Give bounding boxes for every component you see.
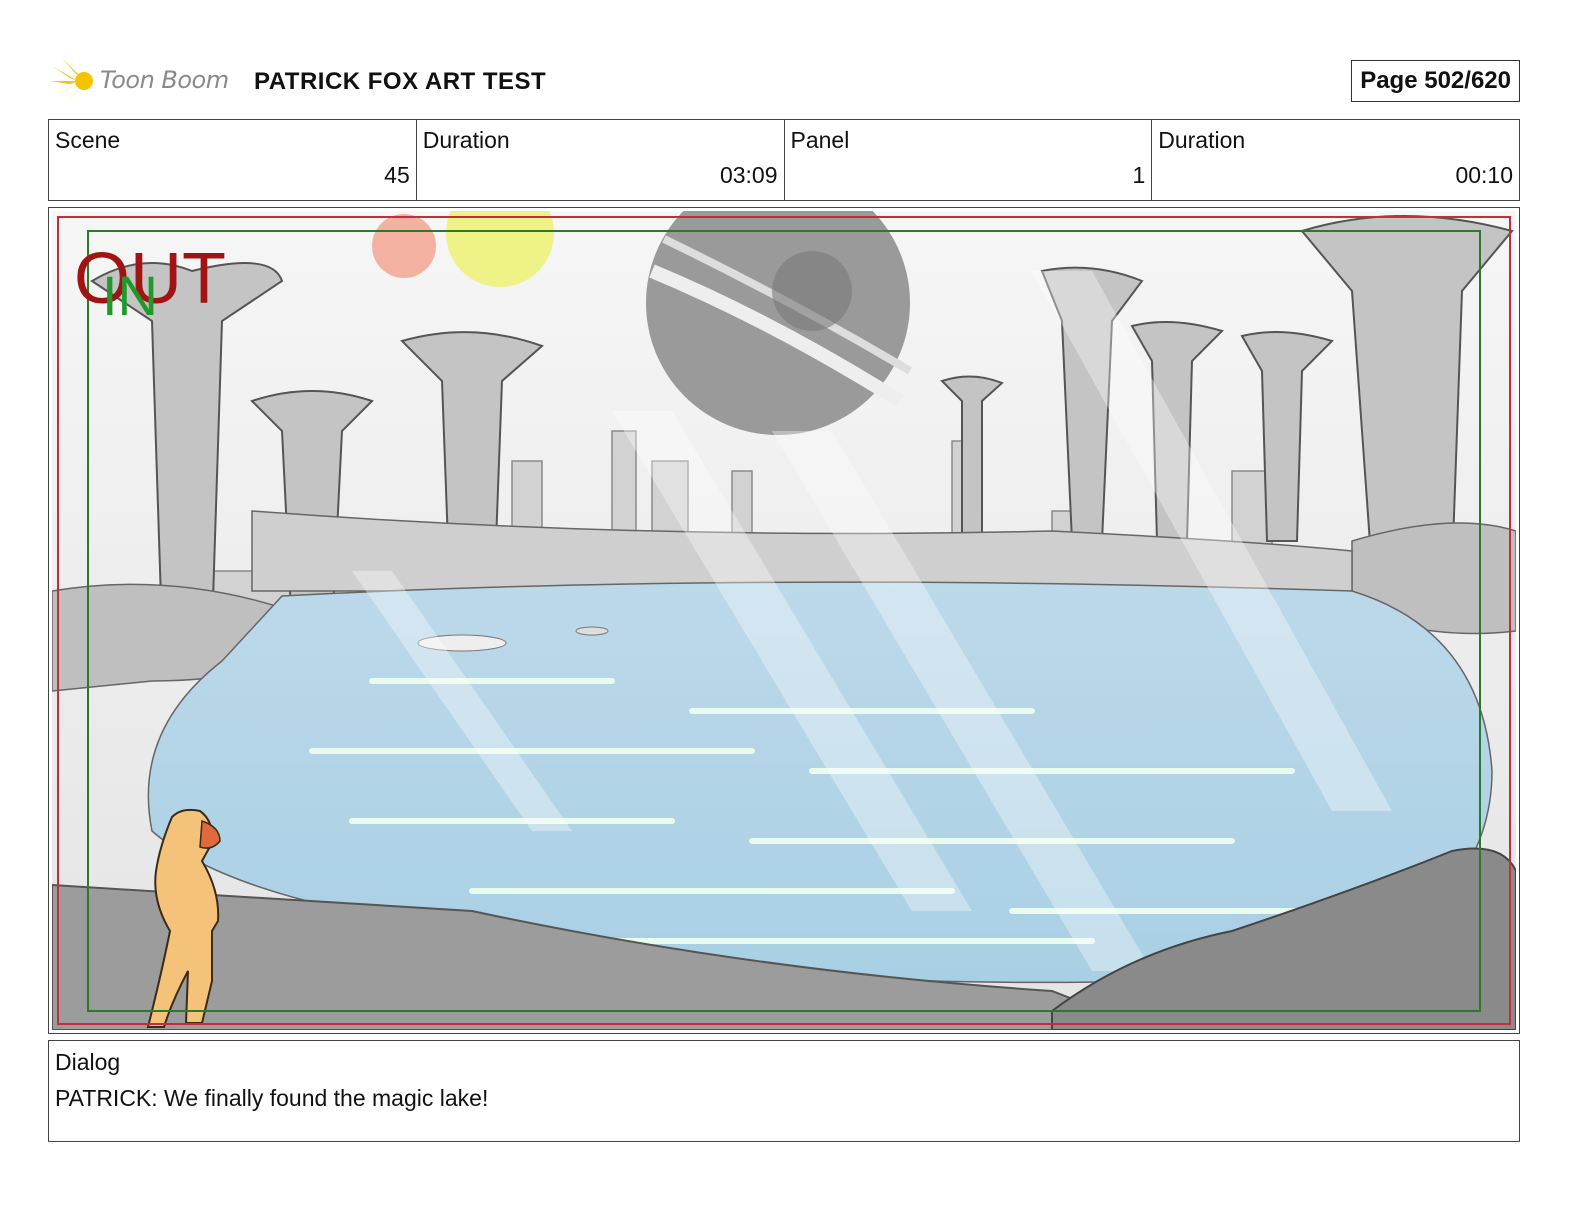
panel-duration-cell: Duration 00:10 [1152,120,1519,200]
storyboard-panel: OUT IN [48,207,1520,1034]
panel-value: 1 [1132,162,1146,188]
dialog-label: Dialog [55,1049,121,1075]
page-number: Page 502/620 [1351,60,1520,102]
panel-cell: Panel 1 [785,120,1153,200]
dialog-text: PATRICK: We finally found the magic lake… [55,1085,489,1111]
small-floating-rock [575,626,609,636]
panel-duration-value: 00:10 [1455,162,1513,188]
panel-label: Panel [790,127,850,153]
scene-cell: Scene 45 [49,120,417,200]
page-header: Toon Boom PATRICK FOX ART TEST Page 502/… [48,56,1520,106]
logo-text: Toon Boom [100,66,229,94]
scene-duration-value: 03:09 [719,162,778,188]
scene-info-table: Scene 45 Duration 03:09 Panel 1 Duration… [48,119,1520,201]
scene-value: 45 [384,162,410,188]
scene-label: Scene [55,127,121,153]
scene-duration-label: Duration [422,127,510,153]
dialog-box: Dialog PATRICK: We finally found the mag… [48,1040,1520,1142]
scene-duration-cell: Duration 03:09 [417,120,785,200]
in-marker: IN [102,264,158,327]
panel-duration-label: Duration [1158,127,1246,153]
red-sun [372,214,436,278]
toon-boom-logo: Toon Boom [48,56,238,106]
sun-burst-icon [50,58,93,104]
document-title: PATRICK FOX ART TEST [254,68,547,95]
panel-artwork: OUT IN [52,211,1516,1030]
